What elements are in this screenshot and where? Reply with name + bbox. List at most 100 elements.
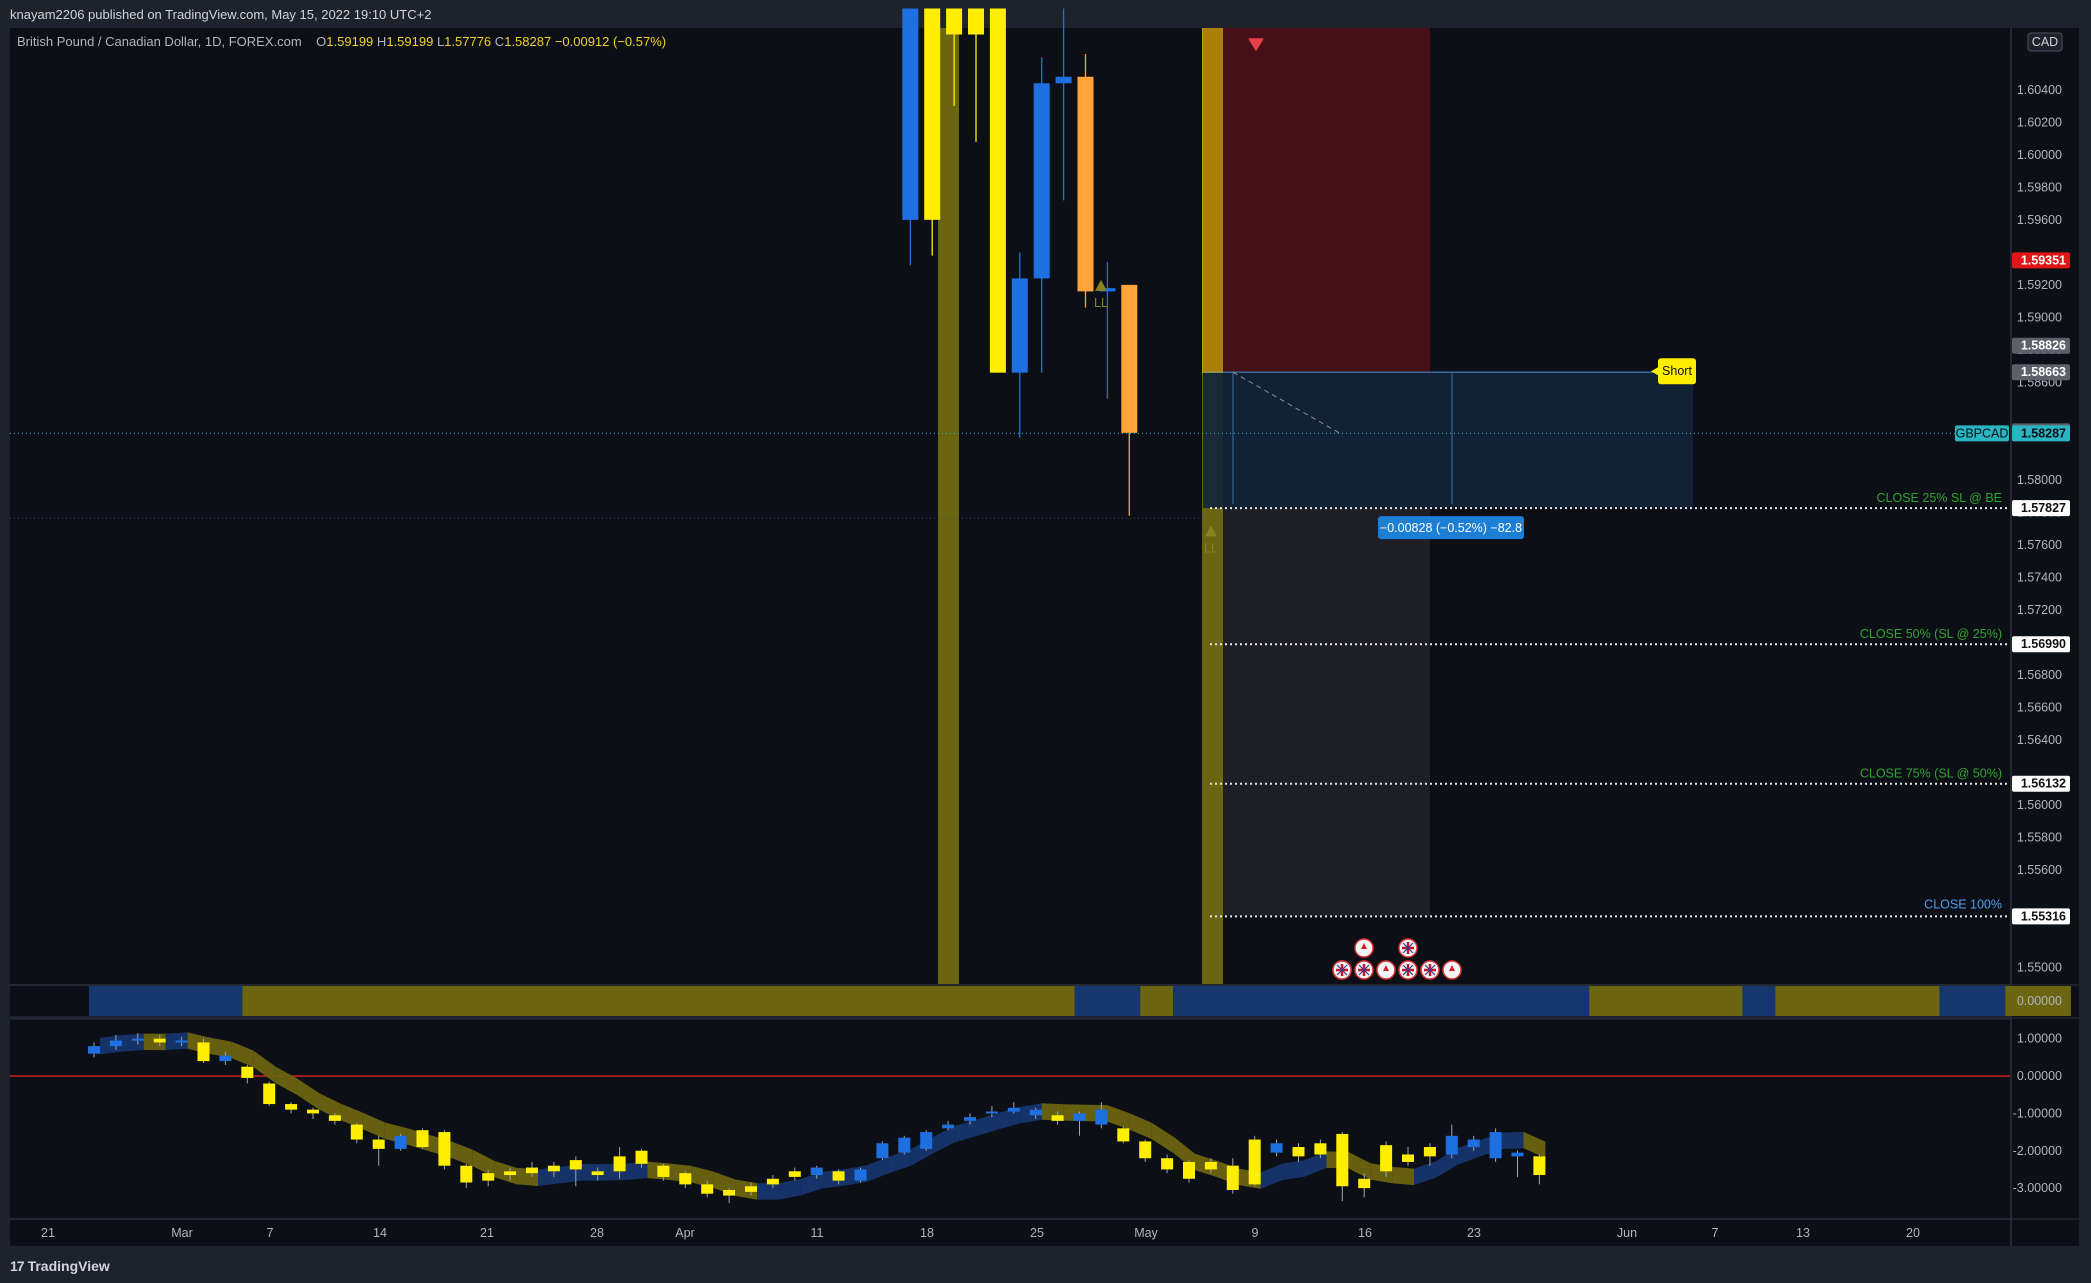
target-label: CLOSE 50% (SL @ 25%) [1860, 627, 2002, 641]
oscillator-candle [88, 1046, 100, 1054]
regime-bear-segment [1589, 986, 1743, 1016]
price-tick: 1.59000 [2017, 310, 2062, 324]
oscillator-candle [131, 1038, 144, 1041]
candle-body [902, 8, 919, 220]
highlight-candle [1202, 28, 1223, 373]
oscillator-candle [1358, 1178, 1371, 1189]
oscillator-candle [679, 1173, 692, 1185]
oscillator-candle [175, 1040, 188, 1043]
oscillator-band [121, 1033, 144, 1052]
price-tick: 1.59800 [2017, 180, 2062, 194]
price-tick: 1.59200 [2017, 278, 2062, 292]
time-tick: 9 [1252, 1226, 1259, 1240]
oscillator-candle [1270, 1143, 1283, 1153]
oscillator-candle [1489, 1132, 1502, 1159]
target-label: CLOSE 75% (SL @ 50%) [1860, 767, 2002, 781]
event-flag-ca-icon [1376, 960, 1396, 980]
candle-body [946, 8, 963, 35]
oscillator-candle [460, 1165, 473, 1183]
regime-bull-segment [1742, 986, 1776, 1016]
signal-label: LL [1094, 296, 1108, 310]
oscillator-candle [657, 1165, 670, 1177]
oscillator-candle [219, 1055, 232, 1062]
price-tick: 1.55600 [2017, 863, 2062, 877]
oscillator-candle [1423, 1147, 1436, 1157]
time-tick: 18 [920, 1226, 934, 1240]
time-tick: 7 [1712, 1226, 1719, 1240]
oscillator-candle [504, 1171, 517, 1176]
stop-loss-zone [1203, 28, 1430, 373]
candle-body [1033, 83, 1050, 279]
time-tick: May [1134, 1226, 1158, 1240]
time-tick: 20 [1906, 1226, 1920, 1240]
oscillator-candle [876, 1143, 889, 1159]
regime-bear-segment [242, 986, 1075, 1016]
open-value: 1.59199 [326, 34, 374, 49]
tradingview-logo[interactable]: 17 TradingView [10, 1258, 110, 1274]
oscillator-candle [854, 1169, 867, 1181]
oscillator-candle [1029, 1109, 1042, 1116]
price-tick: 1.57600 [2017, 538, 2062, 552]
oscillator-candle [788, 1171, 801, 1177]
oscillator-candle [1204, 1161, 1217, 1170]
time-tick: 7 [267, 1226, 274, 1240]
event-flag-ca-icon [1354, 938, 1374, 958]
oscillator-candle [1117, 1128, 1130, 1142]
price-label: 1.56990 [2021, 637, 2066, 651]
time-tick: 28 [590, 1226, 604, 1240]
oscillator-tick: -1.00000 [2013, 1106, 2062, 1120]
oscillator-band [1501, 1131, 1524, 1150]
oscillator-candle [942, 1124, 955, 1129]
time-tick: 14 [373, 1226, 387, 1240]
oscillator-candle [263, 1083, 276, 1105]
candle-body [1055, 76, 1072, 84]
price-tick: 1.60400 [2017, 83, 2062, 97]
band-marker [938, 28, 959, 984]
symbol-tag: GBPCAD [1956, 426, 2009, 440]
price-label: 1.57827 [2021, 501, 2066, 515]
open-label: O [316, 34, 327, 49]
oscillator-candle [723, 1189, 736, 1196]
time-tick: 23 [1467, 1226, 1481, 1240]
symbol-legend[interactable]: British Pound / Canadian Dollar, 1D, FOR… [17, 34, 666, 49]
event-flag-uk-icon [1398, 938, 1418, 958]
price-tick: 1.56400 [2017, 733, 2062, 747]
time-tick: 25 [1030, 1226, 1044, 1240]
oscillator-candle [547, 1165, 560, 1172]
oscillator-candle [898, 1137, 911, 1153]
price-label: 1.55316 [2021, 909, 2066, 923]
oscillator-tick: 0.00000 [2017, 1069, 2062, 1083]
price-tick: 1.57200 [2017, 603, 2062, 617]
oscillator-candle [832, 1171, 845, 1181]
profit-zone [1203, 372, 1693, 509]
oscillator-candle [1007, 1107, 1020, 1112]
oscillator-candle [1380, 1145, 1393, 1172]
price-tick: 1.59600 [2017, 213, 2062, 227]
candle-body [1011, 278, 1028, 373]
oscillator-candle [1467, 1139, 1480, 1148]
event-flag-uk-icon [1420, 960, 1440, 980]
signal-label: LL [1204, 541, 1218, 555]
time-axis-bg [10, 1220, 2010, 1246]
high-label: H [376, 34, 387, 49]
time-tick: 13 [1796, 1226, 1810, 1240]
oscillator-candle [1073, 1113, 1086, 1121]
target-label: CLOSE 100% [1924, 897, 2002, 911]
oscillator-candle [613, 1156, 626, 1172]
candle-body [968, 8, 984, 35]
oscillator-candle [438, 1132, 451, 1166]
oscillator-candle [350, 1124, 363, 1140]
oscillator-candle [591, 1171, 604, 1176]
oscillator-candle [1139, 1141, 1152, 1159]
price-tick: 1.56000 [2017, 798, 2062, 812]
oscillator-candle [1445, 1135, 1458, 1155]
oscillator-candle [1248, 1139, 1261, 1185]
price-label: 1.58826 [2021, 339, 2066, 353]
oscillator-candle [1183, 1161, 1195, 1179]
price-tick: 1.58000 [2017, 473, 2062, 487]
candle-body [1077, 76, 1094, 292]
oscillator-candle [1095, 1109, 1108, 1125]
low-value: 1.57776 [444, 34, 492, 49]
chart[interactable]: LL LL Short −0.00828 (−0.52%) −82.8 CLOSE 25… [0, 0, 2091, 1283]
oscillator-candle [1336, 1133, 1349, 1187]
